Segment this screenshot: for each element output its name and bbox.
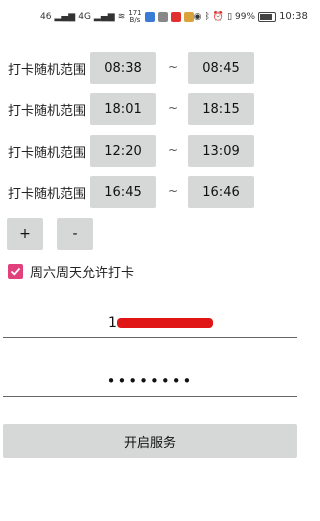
time-range-row: 打卡随机范围 18:01 ~ 18:15: [8, 91, 298, 127]
signal-bars-2-icon: ▂▄▆: [93, 12, 115, 22]
time-range-label: 打卡随机范围: [8, 62, 87, 78]
signal-46-icon: 46: [40, 12, 52, 22]
status-time: 10:38: [279, 11, 308, 22]
status-bar: 46 ▂▄▆ 4G ▂▄▆ ≋ 171 B/s ◉ ᛒ ⏰ ▯ 99% 10:3…: [0, 0, 308, 34]
signal-bars-icon: ▂▄▆: [54, 12, 76, 22]
remove-range-button[interactable]: -: [57, 218, 93, 250]
weekend-checkbox[interactable]: [8, 264, 23, 279]
time-range-label: 打卡随机范围: [8, 145, 87, 161]
battery-percent: 99%: [235, 12, 256, 22]
bluetooth-icon: ᛒ: [204, 12, 210, 22]
time-range-label: 打卡随机范围: [8, 186, 87, 202]
vibrate-icon: ▯: [227, 12, 233, 22]
status-right: ◉ ᛒ ⏰ ▯ 99% 10:38: [194, 12, 308, 22]
net-speed-unit: B/s: [129, 16, 141, 24]
redaction-mark: [117, 318, 213, 328]
end-time-button[interactable]: 18:15: [188, 93, 254, 125]
red-app-notification-icon: [170, 12, 181, 22]
range-separator: ~: [168, 60, 179, 74]
chat-notification-icon: [157, 12, 168, 22]
checkmark-icon: [10, 267, 21, 276]
app-notification-icon: [144, 12, 155, 22]
start-time-button[interactable]: 18:01: [90, 93, 156, 125]
start-time-button[interactable]: 08:38: [90, 52, 156, 84]
time-range-row: 打卡随机范围 12:20 ~ 13:09: [8, 133, 298, 169]
password-masked-value: ••••••••: [106, 372, 194, 390]
battery-icon: [258, 12, 277, 22]
orange-app-notification-icon: [183, 12, 194, 22]
password-input[interactable]: ••••••••: [3, 366, 297, 397]
start-time-button[interactable]: 12:20: [90, 135, 156, 167]
net-speed: 171 B/s: [128, 10, 141, 24]
time-range-label: 打卡随机范围: [8, 103, 87, 119]
range-separator: ~: [168, 184, 179, 198]
alarm-icon: ⏰: [212, 12, 225, 22]
weekend-checkbox-label: 周六周天允许打卡: [30, 266, 135, 281]
status-left: 46 ▂▄▆ 4G ▂▄▆ ≋ 171 B/s: [40, 10, 194, 24]
add-range-button[interactable]: +: [7, 218, 43, 250]
weekend-checkbox-row[interactable]: 周六周天允许打卡: [8, 262, 134, 281]
eye-comfort-icon: ◉: [193, 12, 202, 22]
account-input[interactable]: 1: [3, 307, 297, 338]
wifi-icon: ≋: [117, 12, 126, 22]
time-range-row: 打卡随机范围 16:45 ~ 16:46: [8, 174, 298, 210]
signal-4g-icon: 4G: [78, 12, 91, 22]
start-time-button[interactable]: 16:45: [90, 176, 156, 208]
end-time-button[interactable]: 13:09: [188, 135, 254, 167]
end-time-button[interactable]: 16:46: [188, 176, 254, 208]
end-time-button[interactable]: 08:45: [188, 52, 254, 84]
range-separator: ~: [168, 143, 179, 157]
time-range-row: 打卡随机范围 08:38 ~ 08:45: [8, 50, 298, 86]
start-service-button[interactable]: 开启服务: [3, 424, 297, 458]
range-separator: ~: [168, 101, 179, 115]
account-visible-prefix: 1: [108, 315, 117, 331]
